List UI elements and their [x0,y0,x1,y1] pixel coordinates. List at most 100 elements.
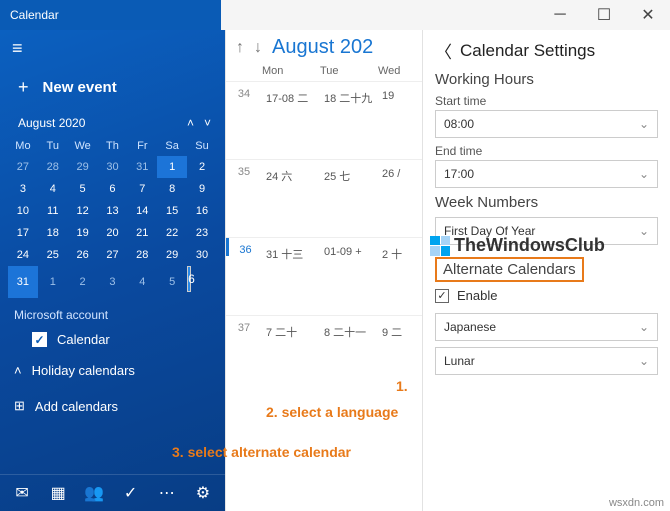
more-icon[interactable]: ⋯ [151,483,183,503]
settings-icon[interactable]: ⚙ [187,483,219,503]
minimize-button[interactable]: ─ [538,0,582,30]
day-cell[interactable]: 31 十三 [262,238,320,270]
mini-day[interactable]: 26 [68,244,98,266]
mini-day[interactable]: 6 [187,266,191,292]
todo-icon[interactable]: ✓ [115,483,147,503]
holiday-calendars-row[interactable]: ˄ Holiday calendars [0,353,225,388]
start-time-select[interactable]: 08:00 ⌄ [435,110,658,138]
chevron-down-icon: ⌄ [639,320,649,334]
mini-day[interactable]: 29 [157,244,187,266]
mini-day[interactable]: 27 [8,156,38,178]
settings-panel: 〈 Calendar Settings Working Hours Start … [422,30,670,511]
mini-day[interactable]: 12 [68,200,98,222]
mini-day[interactable]: 13 [98,200,128,222]
week-numbers-heading: Week Numbers [435,194,658,211]
mini-day[interactable]: 15 [157,200,187,222]
mini-day[interactable]: 3 [98,266,128,298]
week-numbers-select[interactable]: First Day Of Year ⌄ [435,217,658,245]
mini-day[interactable]: 5 [68,178,98,200]
mini-day[interactable]: 1 [38,266,68,298]
mini-day[interactable]: 10 [8,200,38,222]
mini-day[interactable]: 25 [38,244,68,266]
start-time-label: Start time [435,94,658,108]
mini-day[interactable]: 23 [187,222,217,244]
mini-month-year[interactable]: August 2020 [18,116,187,130]
week-numbers-value: First Day Of Year [444,224,535,238]
mini-day[interactable]: 1 [157,156,187,178]
day-cell[interactable]: 7 二十 [262,316,320,348]
day-cell[interactable]: 25 七 [320,160,378,192]
calendar-icon[interactable]: ▦ [42,483,74,503]
chevron-down-icon: ⌄ [639,354,649,368]
mini-day[interactable]: 2 [68,266,98,298]
maximize-button[interactable]: ☐ [582,0,626,30]
alternate-calendar-select[interactable]: Lunar ⌄ [435,347,658,375]
mini-dow: Sa [157,136,187,156]
annotation-1: 1. [396,378,408,394]
day-cell[interactable]: 17-08 二 [262,82,320,114]
mini-day[interactable]: 3 [8,178,38,200]
mini-day[interactable]: 20 [98,222,128,244]
mini-next-icon[interactable]: ˅ [204,116,211,130]
new-event-button[interactable]: + New event [0,67,225,116]
mini-prev-icon[interactable]: ˄ [187,116,194,130]
mini-day[interactable]: 30 [98,156,128,178]
mini-dow: Fr [127,136,157,156]
checkbox-checked-icon[interactable]: ✓ [435,289,449,303]
mini-day[interactable]: 4 [38,178,68,200]
mini-day[interactable]: 22 [157,222,187,244]
close-button[interactable]: ✕ [626,0,670,30]
hamburger-icon[interactable]: ≡ [0,30,225,67]
mini-day[interactable]: 28 [127,244,157,266]
day-cell[interactable]: 18 二十九 [320,82,378,114]
add-calendars-row[interactable]: ⊞ Add calendars [0,388,225,424]
new-event-label: New event [43,79,117,96]
chevron-down-icon: ⌄ [639,117,649,131]
mini-day[interactable]: 28 [38,156,68,178]
mini-day[interactable]: 31 [127,156,157,178]
people-icon[interactable]: 👥 [78,483,110,503]
account-label[interactable]: Microsoft account [0,298,225,326]
mini-calendar: MoTuWeThFrSaSu27282930311234567891011121… [0,136,225,298]
mini-dow: Su [187,136,217,156]
mini-day[interactable]: 11 [38,200,68,222]
mini-day[interactable]: 29 [68,156,98,178]
mini-day[interactable]: 27 [98,244,128,266]
mini-day[interactable]: 4 [127,266,157,298]
mini-day[interactable]: 24 [8,244,38,266]
grid-month-label[interactable]: August 202 [272,36,373,59]
add-calendars-label: Add calendars [35,399,118,414]
day-cell[interactable]: 8 二十一 [320,316,378,348]
day-cell[interactable]: 24 六 [262,160,320,192]
end-time-select[interactable]: 17:00 ⌄ [435,160,658,188]
mini-day[interactable]: 9 [187,178,217,200]
chevron-down-icon: ⌄ [639,167,649,181]
mini-day[interactable]: 2 [187,156,217,178]
enable-label: Enable [457,288,497,303]
mini-day[interactable]: 16 [187,200,217,222]
mini-day[interactable]: 6 [98,178,128,200]
next-month-icon[interactable]: ↓ [254,39,262,57]
checkbox-checked-icon[interactable]: ✓ [32,332,47,347]
end-time-label: End time [435,144,658,158]
mini-day[interactable]: 18 [38,222,68,244]
back-icon[interactable]: 〈 [435,38,452,63]
mini-day[interactable]: 19 [68,222,98,244]
mini-dow: Mo [8,136,38,156]
prev-month-icon[interactable]: ↑ [236,39,244,57]
day-cell[interactable]: 01-09 + [320,238,378,266]
mini-day[interactable]: 7 [127,178,157,200]
mini-day[interactable]: 30 [187,244,217,266]
language-select[interactable]: Japanese ⌄ [435,313,658,341]
mini-day[interactable]: 8 [157,178,187,200]
grid-dow: Tue [320,65,378,77]
mini-day[interactable]: 31 [8,266,38,298]
mini-day[interactable]: 17 [8,222,38,244]
mini-day[interactable]: 14 [127,200,157,222]
mini-day[interactable]: 5 [157,266,187,298]
mail-icon[interactable]: ✉ [6,483,38,503]
mini-day[interactable]: 21 [127,222,157,244]
enable-checkbox-row[interactable]: ✓ Enable [435,288,658,303]
calendar-checkbox-row[interactable]: ✓ Calendar [0,326,225,353]
alternate-calendars-heading: Alternate Calendars [435,257,584,282]
